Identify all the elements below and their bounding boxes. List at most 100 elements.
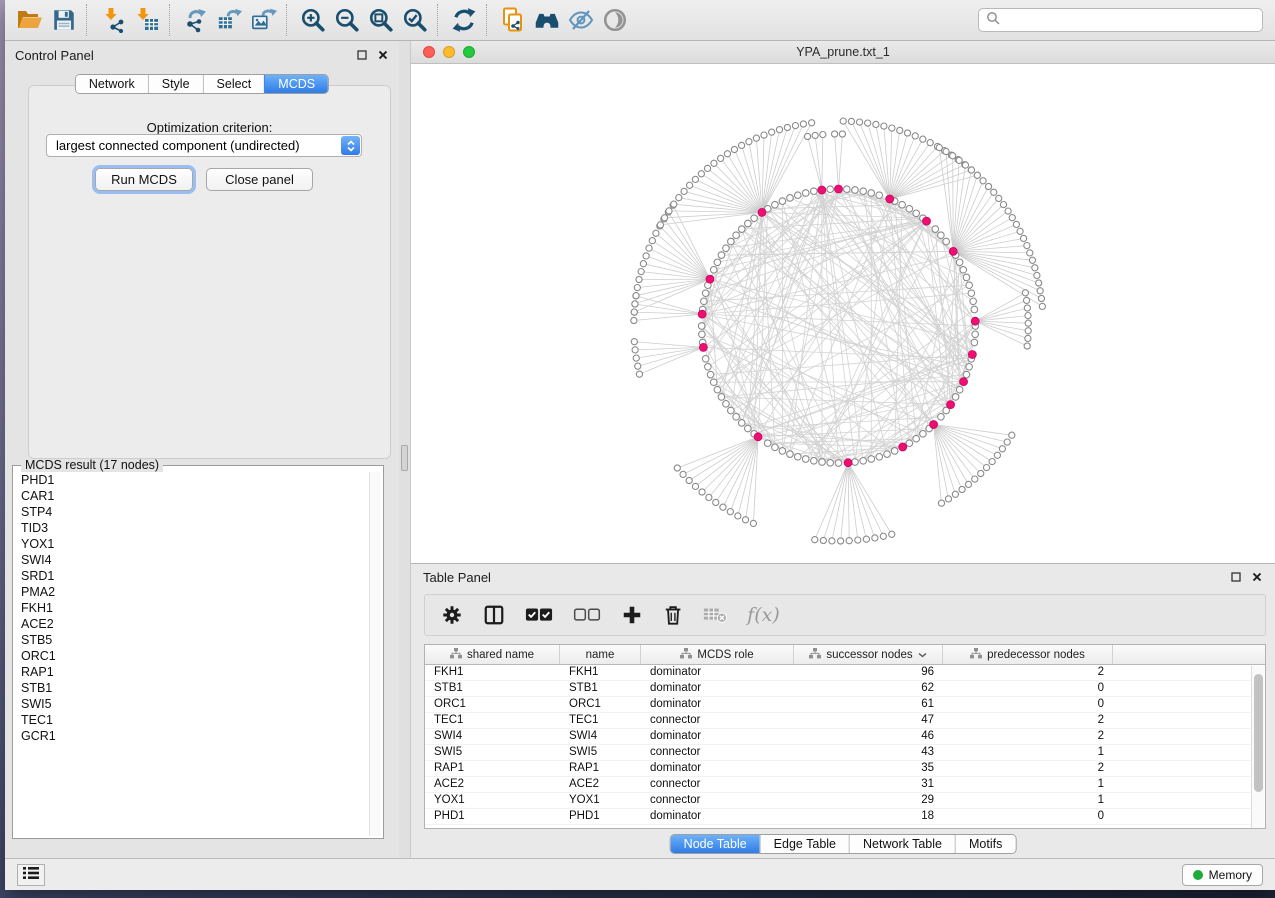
table-row[interactable]: ACE2ACE2connector311 — [425, 777, 1265, 793]
column-header-successor-nodes[interactable]: successor nodes — [794, 645, 943, 664]
mcds-result-item[interactable]: SWI5 — [21, 696, 367, 712]
export-table-icon[interactable] — [213, 3, 247, 37]
toolbar-separator — [486, 4, 487, 36]
tab-node-table[interactable]: Node Table — [671, 835, 760, 853]
find-icon[interactable] — [530, 3, 564, 37]
table-row[interactable]: FKH1FKH1dominator962 — [425, 665, 1265, 681]
import-table-icon[interactable] — [130, 3, 164, 37]
mcds-result-item[interactable]: PMA2 — [21, 584, 367, 600]
table-row[interactable]: PHD1PHD1dominator180 — [425, 809, 1265, 825]
delete-table-icon — [703, 604, 727, 626]
control-panel-header: Control Panel — [5, 41, 399, 69]
column-type-icon — [809, 648, 821, 662]
zoom-out-icon[interactable] — [330, 3, 364, 37]
mcds-result-item[interactable]: YOX1 — [21, 536, 367, 552]
table-row[interactable]: SWI4SWI4dominator462 — [425, 729, 1265, 745]
mcds-result-item[interactable]: ACE2 — [21, 616, 367, 632]
memory-button[interactable]: Memory — [1182, 864, 1263, 886]
column-header-name[interactable]: name — [560, 645, 641, 664]
mcds-result-item[interactable]: PHD1 — [21, 472, 367, 488]
table-row[interactable]: STB1STB1dominator620 — [425, 681, 1265, 697]
hide-details-icon[interactable] — [564, 3, 598, 37]
table-row[interactable]: YOX1YOX1connector291 — [425, 793, 1265, 809]
desktop-wallpaper: Control Panel NetworkStyleSelectMCDS Opt… — [0, 0, 1275, 898]
tab-motifs[interactable]: Motifs — [955, 835, 1015, 853]
table-cell: 61 — [794, 697, 943, 712]
mcds-result-item[interactable]: STP4 — [21, 504, 367, 520]
table-cell: YOX1 — [425, 793, 560, 808]
column-label: MCDS role — [697, 649, 753, 661]
table-cell: ACE2 — [560, 777, 641, 792]
column-layout-icon[interactable] — [483, 604, 505, 626]
criterion-dropdown[interactable]: largest connected component (undirected) — [46, 134, 362, 157]
mcds-result-item[interactable]: CAR1 — [21, 488, 367, 504]
search-input[interactable] — [1005, 13, 1262, 27]
table-cell: ACE2 — [425, 777, 560, 792]
table-cell: TEC1 — [560, 713, 641, 728]
zoom-fit-icon[interactable] — [364, 3, 398, 37]
column-header-MCDS-role[interactable]: MCDS role — [641, 645, 794, 664]
maximize-window-icon[interactable] — [463, 46, 475, 58]
tab-network[interactable]: Network — [76, 75, 148, 93]
mcds-result-item[interactable]: SRD1 — [21, 568, 367, 584]
float-table-panel-icon[interactable] — [1230, 571, 1242, 583]
tab-style[interactable]: Style — [148, 75, 203, 93]
table-scrollbar-thumb[interactable] — [1254, 674, 1263, 792]
table-cell: 96 — [794, 665, 943, 680]
export-network-icon[interactable] — [179, 3, 213, 37]
close-table-panel-icon[interactable] — [1251, 571, 1263, 583]
minimize-window-icon[interactable] — [443, 46, 455, 58]
mcds-result-list[interactable]: PHD1CAR1STP4TID3YOX1SWI4SRD1PMA2FKH1ACE2… — [15, 472, 367, 836]
table-row[interactable]: SWI5SWI5connector431 — [425, 745, 1265, 761]
tab-network-table[interactable]: Network Table — [849, 835, 955, 853]
table-row[interactable]: RAP1RAP1dominator352 — [425, 761, 1265, 777]
mcds-result-item[interactable]: SWI4 — [21, 552, 367, 568]
run-mcds-button[interactable]: Run MCDS — [95, 168, 193, 191]
mcds-result-item[interactable]: ORC1 — [21, 648, 367, 664]
column-header-predecessor-nodes[interactable]: predecessor nodes — [943, 645, 1113, 664]
mcds-result-item[interactable]: TEC1 — [21, 712, 367, 728]
toolbar-separator — [286, 4, 287, 36]
table-row[interactable]: TEC1TEC1connector472 — [425, 713, 1265, 729]
tab-select[interactable]: Select — [203, 75, 265, 93]
zoom-in-icon[interactable] — [296, 3, 330, 37]
select-all-columns-icon[interactable] — [525, 604, 553, 626]
tab-edge-table[interactable]: Edge Table — [760, 835, 849, 853]
refresh-icon[interactable] — [447, 3, 481, 37]
close-panel-button[interactable]: Close panel — [206, 168, 313, 191]
export-image-icon[interactable] — [247, 3, 281, 37]
mcds-result-item[interactable]: STB1 — [21, 680, 367, 696]
status-menu-button[interactable] — [17, 864, 45, 886]
mcds-result-item[interactable]: FKH1 — [21, 600, 367, 616]
column-label: successor nodes — [826, 649, 912, 661]
save-session-icon[interactable] — [47, 3, 81, 37]
table-scrollbar[interactable] — [1251, 666, 1265, 828]
open-file-icon[interactable] — [13, 3, 47, 37]
close-panel-icon[interactable] — [377, 49, 389, 61]
clone-network-icon[interactable] — [496, 3, 530, 37]
create-column-icon[interactable] — [621, 604, 643, 626]
import-network-icon[interactable] — [96, 3, 130, 37]
mcds-result-item[interactable]: STB5 — [21, 632, 367, 648]
table-cell: 0 — [943, 681, 1113, 696]
tab-mcds[interactable]: MCDS — [264, 75, 328, 93]
zoom-selected-icon[interactable] — [398, 3, 432, 37]
table-cell: SWI4 — [425, 729, 560, 744]
float-panel-icon[interactable] — [356, 49, 368, 61]
unselect-all-columns-icon[interactable] — [573, 604, 601, 626]
table-settings-icon[interactable] — [441, 604, 463, 626]
vertical-splitter[interactable] — [399, 41, 410, 858]
show-details-icon[interactable] — [598, 3, 632, 37]
table-cell: 18 — [794, 809, 943, 824]
mcds-result-item[interactable]: TID3 — [21, 520, 367, 536]
criterion-value: largest connected component (undirected) — [56, 138, 300, 153]
table-row[interactable]: ORC1ORC1dominator610 — [425, 697, 1265, 713]
splitter-grip[interactable] — [401, 445, 408, 471]
delete-columns-icon[interactable] — [663, 604, 683, 626]
network-graph[interactable] — [411, 64, 1275, 563]
close-window-icon[interactable] — [423, 46, 435, 58]
mcds-result-item[interactable]: RAP1 — [21, 664, 367, 680]
mcds-list-scrollbar[interactable] — [369, 472, 381, 836]
column-header-shared-name[interactable]: shared name — [425, 645, 560, 664]
mcds-result-item[interactable]: GCR1 — [21, 728, 367, 744]
